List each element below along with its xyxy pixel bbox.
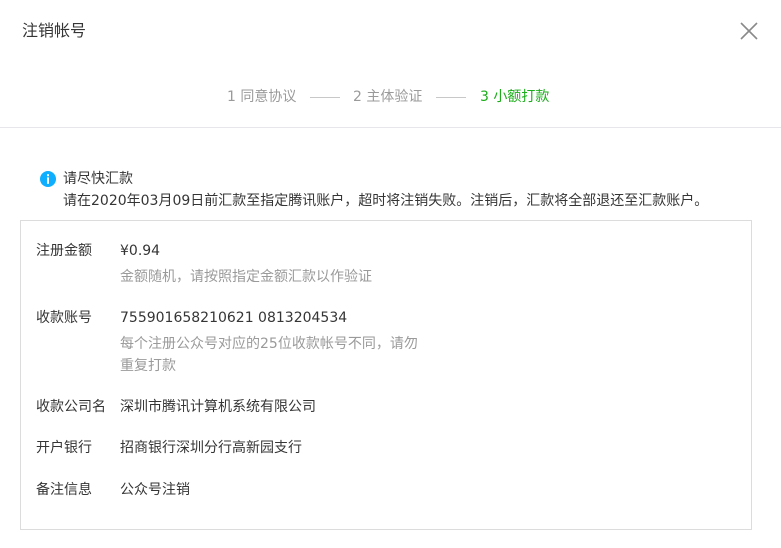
dialog-title: 注销帐号	[22, 21, 87, 40]
company-value[interactable]: 深圳市腾讯计算机系统有限公司	[120, 397, 316, 417]
notice-title: 请尽快汇款	[63, 171, 133, 187]
amount-label: 注册金额	[36, 243, 92, 259]
amount-value: ¥0.94	[120, 243, 161, 259]
header-divider	[0, 127, 781, 128]
remark-value[interactable]: 公众号注销	[120, 480, 190, 500]
step-agree-protocol: 1 同意协议	[227, 89, 297, 105]
close-icon[interactable]	[737, 19, 761, 43]
account-number[interactable]: 755901658210621 0813204534	[120, 308, 347, 328]
deregister-dialog: 注销帐号 1 同意协议 2 主体验证 3 小额打款 请尽快汇款 请在2020年0…	[0, 0, 781, 548]
remark-label: 备注信息	[36, 482, 92, 498]
account-tip-line1: 每个注册公众号对应的25位收款帐号不同，请勿	[120, 336, 418, 352]
company-label: 收款公司名	[36, 399, 106, 415]
step-small-payment: 3 小额打款	[480, 89, 550, 105]
bank-value[interactable]: 招商银行深圳分行高新园支行	[120, 438, 302, 458]
account-tip-line2: 重复打款	[120, 358, 176, 374]
account-label: 收款账号	[36, 310, 92, 326]
step-connector	[436, 97, 466, 98]
bank-label: 开户银行	[36, 440, 92, 456]
step-connector	[310, 97, 340, 98]
amount-tip: 金额随机，请按照指定金额汇款以作验证	[120, 269, 372, 285]
info-icon	[40, 171, 56, 187]
step-verify-entity: 2 主体验证	[353, 89, 423, 105]
notice-description: 请在2020年03月09日前汇款至指定腾讯账户，超时将注销失败。注销后，汇款将全…	[63, 193, 709, 209]
step-indicator: 1 同意协议 2 主体验证 3 小额打款	[0, 87, 781, 107]
